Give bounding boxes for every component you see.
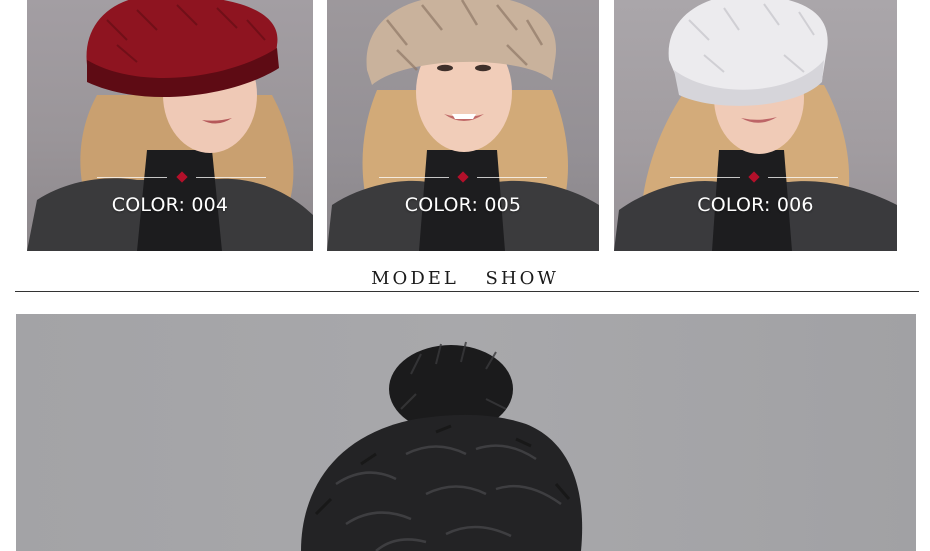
section-title: MODEL SHOW: [371, 268, 559, 289]
model-show-photo[interactable]: [16, 314, 916, 551]
diamond-icon: [457, 171, 469, 183]
color-label: COLOR: 006: [697, 194, 814, 216]
diamond-icon: [748, 171, 760, 183]
color-card-005[interactable]: COLOR: 005: [327, 0, 599, 251]
divider-left: [670, 177, 740, 178]
product-detail-page: COLOR: 004 COLOR: 005 COLOR: 006 MODEL S…: [0, 0, 930, 551]
color-label: COLOR: 005: [404, 194, 522, 216]
divider-left: [97, 177, 167, 178]
divider-right: [477, 177, 547, 178]
black-fur-hat-image: [301, 341, 583, 551]
card-divider: [327, 170, 599, 186]
diamond-icon: [176, 171, 188, 183]
card-divider: [27, 170, 313, 186]
color-label: COLOR: 004: [111, 194, 229, 216]
color-card-006[interactable]: COLOR: 006: [614, 0, 897, 251]
card-divider: [614, 170, 897, 186]
section-divider: [15, 291, 919, 292]
color-card-004[interactable]: COLOR: 004: [27, 0, 313, 251]
divider-left: [379, 177, 449, 178]
divider-right: [196, 177, 266, 178]
divider-right: [768, 177, 838, 178]
